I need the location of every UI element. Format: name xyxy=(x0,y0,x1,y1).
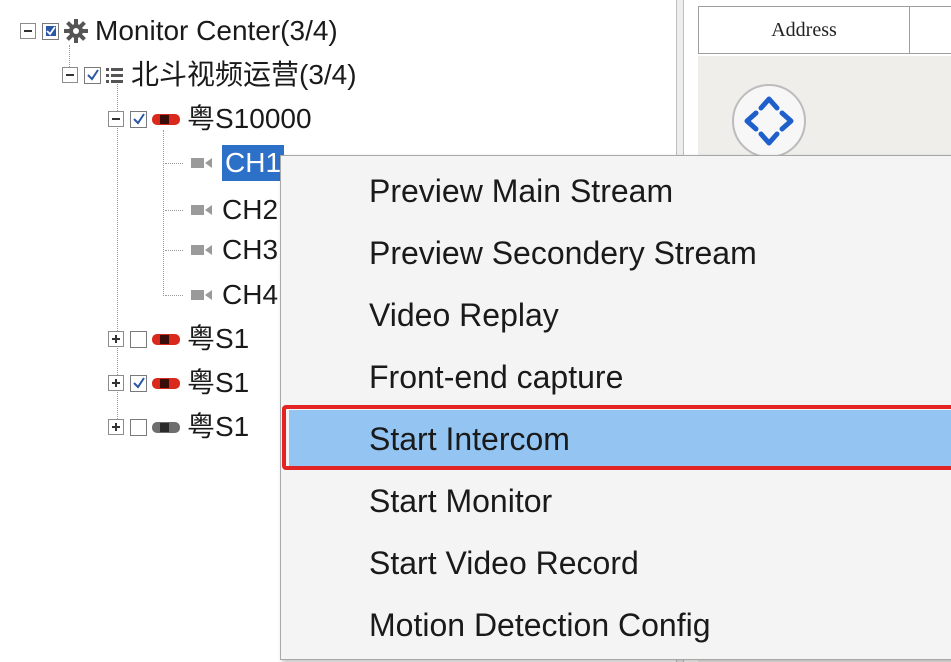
camera-icon xyxy=(190,242,214,258)
column-header-address[interactable]: Address xyxy=(699,7,910,53)
tree-node-channel[interactable]: CH2 xyxy=(186,192,278,228)
tree-guide xyxy=(165,295,183,296)
menu-item-front-end-capture[interactable]: Front-end capture xyxy=(289,348,951,406)
address-table-header: Address xyxy=(698,6,951,54)
menu-item-video-replay[interactable]: Video Replay xyxy=(289,286,951,344)
menu-item-preview-secondary-stream[interactable]: Preview Secondery Stream xyxy=(289,224,951,282)
tree-node-label: CH1 xyxy=(222,145,285,181)
tree-node-vehicle[interactable]: 粤S1 xyxy=(108,321,249,357)
expand-icon[interactable] xyxy=(108,419,124,435)
tree-node-root[interactable]: Monitor Center(3/4) xyxy=(20,13,338,49)
tree-node-label: 粤S10000 xyxy=(187,103,312,134)
tree-node-label: 粤S1 xyxy=(187,367,250,398)
camera-icon xyxy=(190,287,214,303)
menu-item-preview-main-stream[interactable]: Preview Main Stream xyxy=(289,162,951,220)
context-menu: Preview Main Stream Preview Secondery St… xyxy=(280,155,951,660)
pan-arrows-icon xyxy=(744,96,794,146)
tree-checkbox[interactable] xyxy=(130,330,147,348)
tree-node-label: CH3 xyxy=(222,234,279,265)
tree-guide xyxy=(165,210,183,211)
collapse-icon[interactable] xyxy=(20,23,36,39)
tree-node-label: 北斗视频运营(3/4) xyxy=(131,59,357,90)
tree-checkbox[interactable] xyxy=(84,66,101,84)
gear-icon xyxy=(63,18,89,44)
collapse-icon[interactable] xyxy=(108,111,124,127)
tree-node-channel[interactable]: CH1 xyxy=(186,145,285,181)
expand-icon[interactable] xyxy=(108,331,124,347)
car-icon xyxy=(151,417,181,437)
car-icon xyxy=(151,373,181,393)
menu-item-start-intercom[interactable]: Start Intercom xyxy=(289,410,951,468)
column-header-next[interactable] xyxy=(910,7,951,53)
camera-icon xyxy=(190,155,214,171)
list-icon xyxy=(105,65,125,85)
tree-checkbox[interactable] xyxy=(130,418,147,436)
car-icon xyxy=(151,109,181,129)
menu-item-motion-detection-config[interactable]: Motion Detection Config xyxy=(289,596,951,654)
tree-checkbox[interactable] xyxy=(42,22,59,40)
expand-icon[interactable] xyxy=(108,375,124,391)
tree-node-group[interactable]: 北斗视频运营(3/4) xyxy=(62,57,357,93)
collapse-icon[interactable] xyxy=(62,67,78,83)
tree-node-label: CH4 xyxy=(222,279,279,310)
menu-item-start-monitor[interactable]: Start Monitor xyxy=(289,472,951,530)
car-icon xyxy=(151,329,181,349)
tree-node-label: 粤S1 xyxy=(187,323,250,354)
camera-icon xyxy=(190,202,214,218)
pan-control[interactable] xyxy=(732,84,806,158)
tree-node-vehicle[interactable]: 粤S10000 xyxy=(108,101,312,137)
tree-node-label: Monitor Center(3/4) xyxy=(95,15,338,46)
tree-guide xyxy=(165,250,183,251)
tree-checkbox[interactable] xyxy=(130,110,147,128)
tree-node-vehicle[interactable]: 粤S1 xyxy=(108,409,249,445)
menu-item-start-video-record[interactable]: Start Video Record xyxy=(289,534,951,592)
tree-guide xyxy=(165,163,183,164)
tree-node-label: CH2 xyxy=(222,194,279,225)
tree-node-channel[interactable]: CH4 xyxy=(186,277,278,313)
tree-node-channel[interactable]: CH3 xyxy=(186,232,278,268)
tree-guide xyxy=(163,130,164,296)
tree-checkbox[interactable] xyxy=(130,374,147,392)
tree-node-label: 粤S1 xyxy=(187,411,250,442)
tree-node-vehicle[interactable]: 粤S1 xyxy=(108,365,249,401)
